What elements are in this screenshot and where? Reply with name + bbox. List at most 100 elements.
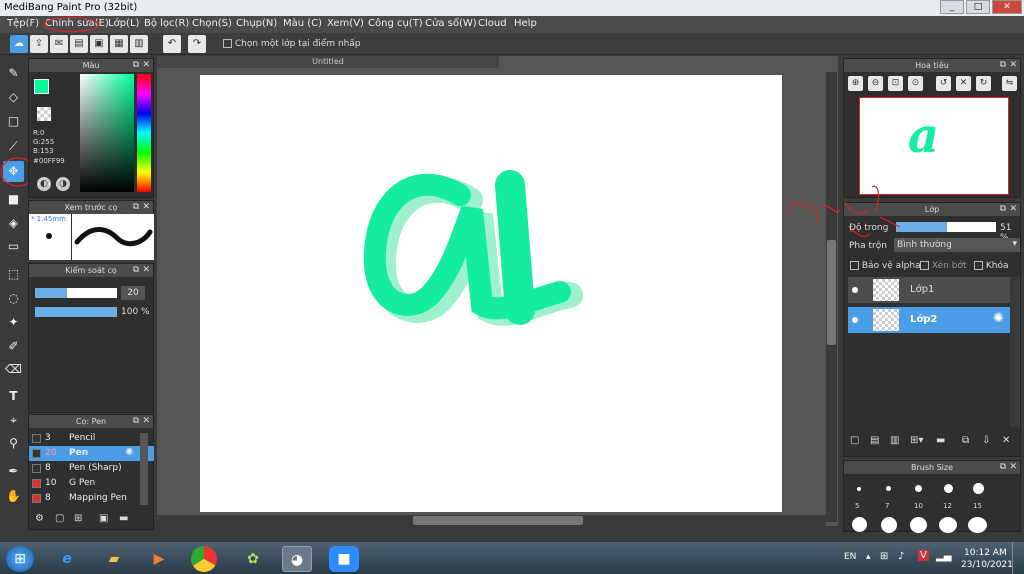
menu-snap[interactable]: Chụp(N) <box>236 18 277 29</box>
select-eraser-icon[interactable]: ⌫ <box>3 359 24 380</box>
eyedropper-icon[interactable]: ✒ <box>3 461 24 482</box>
brush-list-scrollbar[interactable] <box>140 433 148 505</box>
expand-icon[interactable]: ⧉ <box>133 201 139 214</box>
network-icon[interactable]: ⊞ <box>880 551 888 562</box>
primary-color-swatch[interactable] <box>34 79 49 94</box>
transparent-swatch[interactable] <box>37 107 51 121</box>
gradient-tool-icon[interactable]: ▭ <box>3 236 24 257</box>
menu-view[interactable]: Xem(V) <box>327 18 364 29</box>
brush-size-slider[interactable] <box>35 288 117 298</box>
cloud-icon[interactable]: ☁ <box>10 35 28 53</box>
protect-alpha-checkbox[interactable] <box>850 261 859 270</box>
new-brush-icon[interactable]: ▢ <box>55 513 64 524</box>
redo-icon[interactable]: ↷ <box>188 35 206 53</box>
show-desktop-button[interactable] <box>1012 542 1024 574</box>
close-icon[interactable]: ✕ <box>142 264 150 277</box>
eye-icon[interactable] <box>852 317 858 323</box>
new-8bit-layer-icon[interactable]: ▥ <box>890 435 899 446</box>
palette-icon[interactable]: ◐ <box>37 177 51 191</box>
brush-size-dot[interactable] <box>910 517 927 533</box>
horizontal-scrollbar[interactable] <box>157 515 826 526</box>
brush-size-7-dot[interactable] <box>886 486 891 491</box>
copy-brush-icon[interactable]: ▣ <box>99 513 108 524</box>
vertical-scroll-thumb[interactable] <box>827 240 836 345</box>
start-button-icon[interactable]: ⊞ <box>6 546 34 572</box>
close-button[interactable]: ✕ <box>992 0 1022 14</box>
brush-size-dot[interactable] <box>881 517 897 533</box>
add-layer-icon[interactable]: ⊞▾ <box>910 435 923 446</box>
menu-tools[interactable]: Công cụ(T) <box>368 18 423 29</box>
menu-window[interactable]: Cửa sổ(W) <box>425 18 477 29</box>
brush-list-item[interactable]: 3 Pencil <box>29 431 154 446</box>
antivirus-icon[interactable]: V <box>918 550 929 561</box>
close-icon[interactable]: ✕ <box>1009 203 1017 216</box>
undo-icon[interactable]: ↶ <box>163 35 181 53</box>
brush-opacity-slider[interactable] <box>35 307 117 317</box>
menu-filter[interactable]: Bộ lọc(R) <box>144 18 189 29</box>
brush-size-12-dot[interactable] <box>944 484 953 493</box>
clipping-checkbox[interactable] <box>920 261 929 270</box>
select-layer-checkbox[interactable] <box>223 39 232 48</box>
rect-tool-icon[interactable]: □ <box>3 111 24 132</box>
actual-size-icon[interactable]: ⊙ <box>908 76 923 91</box>
chrome-icon[interactable] <box>191 546 217 572</box>
merge-layer-icon[interactable]: ⇩ <box>982 435 990 446</box>
close-icon[interactable]: ✕ <box>142 415 150 428</box>
line-tool-icon[interactable]: ⟋ <box>3 136 24 157</box>
zoom-icon[interactable]: ■ <box>329 546 359 572</box>
brush-list-item[interactable]: 10 G Pen <box>29 476 154 491</box>
close-icon[interactable]: ✕ <box>1009 461 1017 474</box>
close-icon[interactable]: ✕ <box>142 59 150 72</box>
brush-size-15-dot[interactable] <box>973 483 984 494</box>
brush-size-dot[interactable] <box>939 517 957 533</box>
lasso-tool-icon[interactable]: ◌ <box>3 288 24 309</box>
clock-date[interactable]: 23/10/2021 <box>961 560 1013 570</box>
expand-icon[interactable]: ⧉ <box>133 59 139 72</box>
brush-settings-icon[interactable]: ⚙ <box>35 513 44 524</box>
expand-icon[interactable]: ⧉ <box>1000 203 1006 216</box>
select-rect-icon[interactable]: ⬚ <box>3 264 24 285</box>
protect-alpha-option[interactable]: Bảo vệ alpha <box>850 261 921 271</box>
clipping-option[interactable]: Xén bớt <box>920 261 967 271</box>
brush-folder-icon[interactable]: ▬ <box>119 513 128 524</box>
add-brush-icon[interactable]: ⊞ <box>74 513 82 524</box>
rotate-right-icon[interactable]: ↻ <box>976 76 991 91</box>
volume-icon[interactable]: ♪ <box>898 551 904 562</box>
palette-add-icon[interactable]: ◑ <box>56 177 70 191</box>
expand-icon[interactable]: ⧉ <box>133 264 139 277</box>
brush-list-item[interactable]: 20 Pen ✺ <box>29 446 154 461</box>
tray-expand-icon[interactable]: ▴ <box>866 552 871 562</box>
menu-file[interactable]: Tệp(F) <box>7 18 39 29</box>
layer-scrollbar[interactable] <box>1010 277 1020 427</box>
layer-folder-icon[interactable]: ▬ <box>936 435 945 446</box>
fit-icon[interactable]: ⊡ <box>888 76 903 91</box>
rotate-left-icon[interactable]: ↺ <box>936 76 951 91</box>
fill-rect-tool-icon[interactable]: ■ <box>3 189 24 210</box>
eraser-tool-icon[interactable]: ◇ <box>3 87 24 108</box>
maximize-button[interactable]: □ <box>966 0 990 14</box>
text-tool-icon[interactable]: T <box>3 386 24 407</box>
brush-tool-icon[interactable]: ✎ <box>3 63 24 84</box>
bucket-tool-icon[interactable]: ◈ <box>3 213 24 234</box>
lock-option[interactable]: Khóa <box>974 261 1009 271</box>
layer-opacity-slider[interactable] <box>896 222 996 232</box>
medibang-taskbar-icon[interactable]: ◕ <box>282 546 312 572</box>
dropper-tool-icon[interactable]: ⚲ <box>3 433 24 454</box>
hue-slider[interactable] <box>137 74 151 192</box>
horizontal-scroll-thumb[interactable] <box>413 516 583 525</box>
chat-icon[interactable]: ✉ <box>50 35 68 53</box>
expand-icon[interactable]: ⧉ <box>133 415 139 428</box>
signal-icon[interactable]: ▂▄ <box>936 551 951 562</box>
layer-row[interactable]: Lớp2 ✺ <box>848 307 1010 333</box>
app-icon[interactable]: ✿ <box>238 546 268 572</box>
file-explorer-icon[interactable]: ▰ <box>99 546 129 572</box>
menu-help[interactable]: Help <box>514 18 537 29</box>
delete-layer-icon[interactable]: ✕ <box>1002 435 1010 446</box>
brush-size-10-dot[interactable] <box>915 485 922 492</box>
zoom-out-icon[interactable]: ⊖ <box>868 76 883 91</box>
magic-wand-icon[interactable]: ✦ <box>3 312 24 333</box>
drawing-canvas[interactable] <box>200 75 782 512</box>
clock-time[interactable]: 10:12 AM <box>964 548 1007 558</box>
new-halftone-layer-icon[interactable]: ▤ <box>870 435 879 446</box>
grid-icon[interactable]: ▦ <box>110 35 128 53</box>
